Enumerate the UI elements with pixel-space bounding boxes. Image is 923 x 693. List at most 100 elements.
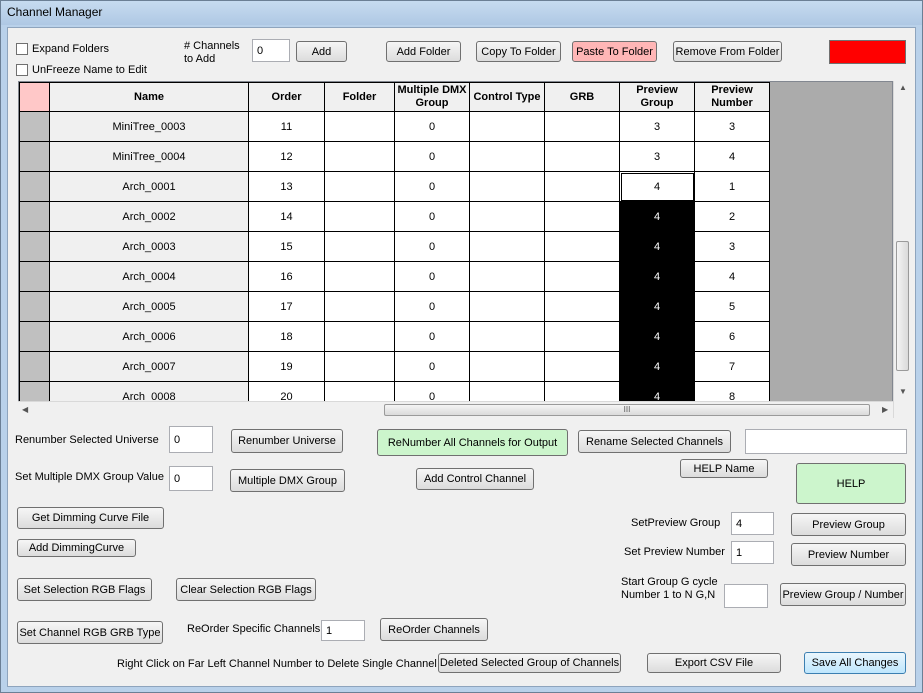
add-folder-button[interactable]: Add Folder [386,41,461,62]
preview-group-cell[interactable]: 4 [619,201,695,232]
grb-cell[interactable] [544,291,620,322]
row-header-cell[interactable] [19,351,50,382]
table-row[interactable]: Arch_0001 13 0 4 1 [19,171,770,202]
preview-number-cell[interactable]: 5 [694,291,770,322]
grb-cell[interactable] [544,141,620,172]
row-header-cell[interactable] [19,111,50,142]
column-header-multiple-dmx-group[interactable]: Multiple DMX Group [394,82,470,112]
column-header-order[interactable]: Order [248,82,325,112]
preview-group-cell[interactable]: 4 [619,351,695,382]
grb-cell[interactable] [544,171,620,202]
row-header-cell[interactable] [19,261,50,292]
folder-cell[interactable] [324,291,395,322]
control-type-cell[interactable] [469,261,545,292]
grb-cell[interactable] [544,111,620,142]
folder-cell[interactable] [324,351,395,382]
delete-selected-group-button[interactable]: Deleted Selected Group of Channels [438,653,621,673]
control-type-cell[interactable] [469,231,545,262]
control-type-cell[interactable] [469,141,545,172]
folder-cell[interactable] [324,231,395,262]
row-header-cell[interactable] [19,141,50,172]
grb-cell[interactable] [544,351,620,382]
grb-cell[interactable] [544,231,620,262]
preview-group-cell[interactable]: 4 [619,291,695,322]
name-cell[interactable]: Arch_0003 [49,231,249,262]
dmx-group-cell[interactable]: 0 [394,111,470,142]
control-type-cell[interactable] [469,351,545,382]
column-header-control-type[interactable]: Control Type [469,82,545,112]
reorder-specific-input[interactable] [321,620,365,641]
column-header-name[interactable]: Name [49,82,249,112]
rename-selected-channels-button[interactable]: Rename Selected Channels [578,430,731,453]
dmx-group-cell[interactable]: 0 [394,351,470,382]
dmx-group-cell[interactable]: 0 [394,141,470,172]
save-all-changes-button[interactable]: Save All Changes [804,652,906,674]
grid-vertical-scrollbar[interactable]: ▲ ▼ [893,81,910,418]
add-dimming-curve-button[interactable]: Add DimmingCurve [17,539,136,557]
multiple-dmx-group-button[interactable]: Multiple DMX Group [230,469,345,492]
add-button[interactable]: Add [296,41,347,62]
column-header-preview-group[interactable]: Preview Group [619,82,695,112]
grid-horizontal-scrollbar[interactable]: ◀ III ▶ [18,401,893,418]
row-header-cell[interactable] [19,201,50,232]
copy-to-folder-button[interactable]: Copy To Folder [476,41,561,62]
scroll-left-arrow-icon[interactable]: ◀ [22,405,28,414]
name-cell[interactable]: Arch_0001 [49,171,249,202]
control-type-cell[interactable] [469,201,545,232]
column-header-preview-number[interactable]: Preview Number [694,82,770,112]
row-header-cell[interactable] [19,171,50,202]
table-row[interactable]: Arch_0002 14 0 4 2 [19,201,770,232]
table-row[interactable]: Arch_0007 19 0 4 7 [19,351,770,382]
order-cell[interactable]: 18 [248,321,325,352]
scroll-right-arrow-icon[interactable]: ▶ [882,405,888,414]
dmx-group-cell[interactable]: 0 [394,201,470,232]
help-button[interactable]: HELP [796,463,906,504]
set-preview-group-input[interactable] [731,512,774,535]
export-csv-button[interactable]: Export CSV File [647,653,781,673]
add-control-channel-button[interactable]: Add Control Channel [416,468,534,490]
preview-number-cell[interactable]: 4 [694,141,770,172]
preview-group-cell[interactable]: 3 [619,111,695,142]
table-row[interactable]: Arch_0004 16 0 4 4 [19,261,770,292]
order-cell[interactable]: 15 [248,231,325,262]
folder-cell[interactable] [324,201,395,232]
set-preview-number-input[interactable] [731,541,774,564]
preview-number-button[interactable]: Preview Number [791,543,906,566]
folder-cell[interactable] [324,321,395,352]
set-channel-rgb-grb-type-button[interactable]: Set Channel RGB GRB Type [17,621,163,644]
preview-group-cell[interactable]: 3 [619,141,695,172]
renumber-universe-input[interactable] [169,426,213,453]
paste-to-folder-button[interactable]: Paste To Folder [572,41,657,62]
name-cell[interactable]: Arch_0005 [49,291,249,322]
folder-cell[interactable] [324,171,395,202]
order-cell[interactable]: 13 [248,171,325,202]
preview-group-number-button[interactable]: Preview Group / Number [780,583,906,606]
preview-number-cell[interactable]: 7 [694,351,770,382]
order-cell[interactable]: 17 [248,291,325,322]
preview-number-cell[interactable]: 3 [694,231,770,262]
preview-number-cell[interactable]: 4 [694,261,770,292]
dmx-group-cell[interactable]: 0 [394,231,470,262]
expand-folders-checkbox[interactable] [16,43,28,55]
dmx-group-cell[interactable]: 0 [394,321,470,352]
name-cell[interactable]: Arch_0004 [49,261,249,292]
control-type-cell[interactable] [469,291,545,322]
folder-cell[interactable] [324,111,395,142]
folder-cell[interactable] [324,261,395,292]
channels-to-add-input[interactable] [252,39,290,62]
preview-number-cell[interactable]: 1 [694,171,770,202]
order-cell[interactable]: 16 [248,261,325,292]
row-header-cell[interactable] [19,231,50,262]
table-row[interactable]: Arch_0006 18 0 4 6 [19,321,770,352]
rename-input[interactable] [745,429,907,454]
color-swatch[interactable] [829,40,906,64]
renumber-universe-button[interactable]: Renumber Universe [231,429,343,453]
renumber-all-channels-button[interactable]: ReNumber All Channels for Output [377,429,568,456]
column-header-grb[interactable]: GRB [544,82,620,112]
name-cell[interactable]: MiniTree_0004 [49,141,249,172]
remove-from-folder-button[interactable]: Remove From Folder [673,41,782,62]
table-row[interactable]: MiniTree_0003 11 0 3 3 [19,111,770,142]
preview-number-cell[interactable]: 2 [694,201,770,232]
set-selection-rgb-flags-button[interactable]: Set Selection RGB Flags [17,578,152,601]
horizontal-scroll-thumb[interactable]: III [384,404,870,416]
